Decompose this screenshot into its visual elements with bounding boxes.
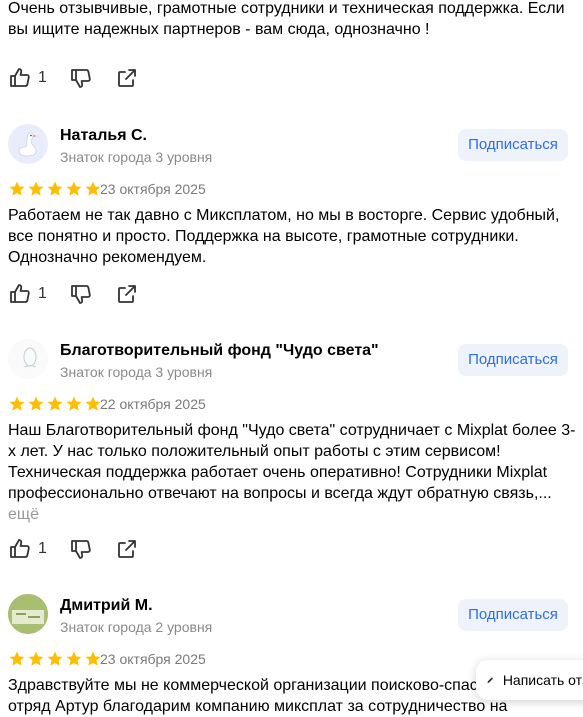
- reviewer-name[interactable]: Наталья С.: [60, 127, 147, 145]
- like-button[interactable]: 1: [8, 537, 47, 561]
- reviewer-name[interactable]: Благотворительный фонд "Чудо света": [60, 342, 379, 360]
- thumbs-up-icon: [10, 284, 30, 303]
- read-more-link[interactable]: ещё: [8, 506, 39, 523]
- rating-stars: [8, 180, 103, 198]
- share-button[interactable]: [115, 66, 139, 90]
- rating-stars: [8, 650, 103, 668]
- foundation-logo-icon[interactable]: [8, 339, 48, 379]
- star-icon: [66, 396, 82, 411]
- thumbs-up-icon: [10, 539, 30, 558]
- star-icon: [9, 181, 25, 196]
- like-count: 1: [38, 285, 47, 302]
- review-actions: 1: [8, 282, 161, 306]
- star-icon: [66, 651, 82, 666]
- star-icon: [47, 181, 63, 196]
- dislike-button[interactable]: [69, 537, 93, 561]
- star-icon: [28, 651, 44, 666]
- star-icon: [28, 181, 44, 196]
- star-icon: [47, 651, 63, 666]
- review-date: 22 октября 2025: [100, 396, 206, 412]
- review-text-body: Наш Благотворительный фонд "Чудо света" …: [8, 422, 576, 502]
- like-count: 1: [38, 69, 47, 86]
- share-icon: [118, 540, 136, 558]
- review-date: 23 октября 2025: [100, 651, 206, 667]
- review-text: Наш Благотворительный фонд "Чудо света" …: [0, 420, 583, 525]
- share-icon: [118, 285, 136, 303]
- thumbs-down-icon: [71, 69, 91, 88]
- thumbs-up-icon: [10, 68, 30, 87]
- pencil-icon: [487, 677, 493, 683]
- subscribe-button[interactable]: Подписаться: [458, 129, 568, 161]
- share-icon: [118, 69, 136, 87]
- dislike-button[interactable]: [69, 282, 93, 306]
- review-text: Очень отзывчивые, грамотные сотрудники и…: [8, 0, 565, 38]
- thumbs-down-icon: [71, 285, 91, 304]
- reviewer-level: Знаток города 3 уровня: [60, 149, 213, 165]
- reviewer-name[interactable]: Дмитрий М.: [60, 597, 153, 615]
- share-button[interactable]: [115, 537, 139, 561]
- goose-avatar-icon[interactable]: [8, 124, 48, 164]
- subscribe-button[interactable]: Подписаться: [458, 344, 568, 376]
- reviewer-level: Знаток города 2 уровня: [60, 619, 213, 635]
- write-review-label: Написать отзыв: [502, 672, 583, 688]
- green-photo-avatar-icon[interactable]: [8, 594, 48, 634]
- write-review-button[interactable]: Написать отзыв: [476, 660, 583, 700]
- star-icon: [9, 651, 25, 666]
- subscribe-button[interactable]: Подписаться: [458, 599, 568, 631]
- review-actions: 1: [8, 66, 161, 90]
- review-actions: 1: [8, 537, 161, 561]
- star-icon: [28, 396, 44, 411]
- star-icon: [66, 181, 82, 196]
- star-icon: [47, 396, 63, 411]
- dislike-button[interactable]: [69, 66, 93, 90]
- like-count: 1: [38, 540, 47, 557]
- review-text: Работаем не так давно с Миксплатом, но м…: [8, 207, 560, 266]
- star-icon: [9, 396, 25, 411]
- rating-stars: [8, 395, 103, 413]
- thumbs-down-icon: [71, 540, 91, 559]
- share-button[interactable]: [115, 282, 139, 306]
- review-date: 23 октября 2025: [100, 181, 206, 197]
- like-button[interactable]: 1: [8, 282, 47, 306]
- reviewer-level: Знаток города 3 уровня: [60, 364, 213, 380]
- like-button[interactable]: 1: [8, 66, 47, 90]
